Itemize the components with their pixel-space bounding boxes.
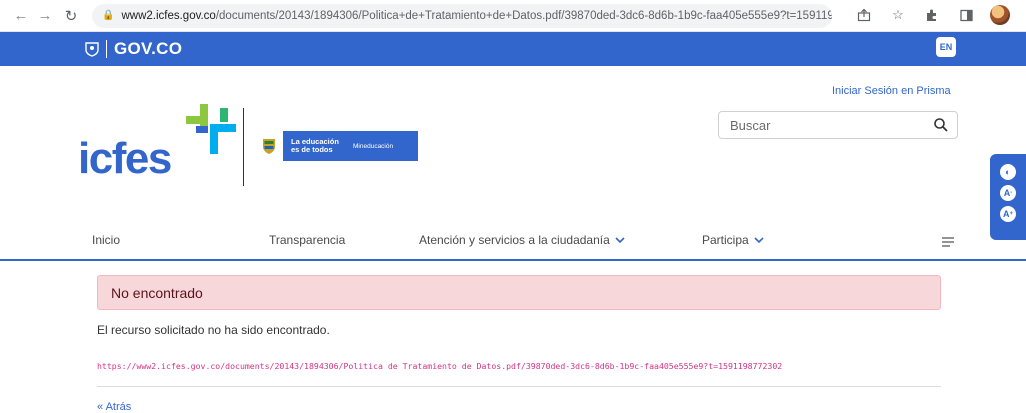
mineducacion-logo[interactable]: La educación es de todos Mineducación xyxy=(255,131,418,161)
main-navigation: Inicio Transparencia Atención y servicio… xyxy=(0,226,1026,260)
colombia-shield-icon xyxy=(85,42,99,57)
search-input[interactable]: Buscar xyxy=(718,111,958,139)
font-decrease-icon[interactable]: A- xyxy=(1000,185,1016,201)
reload-icon[interactable]: ↻ xyxy=(60,5,82,27)
browser-toolbar: ← → ↻ 🔒 www2.icfes.gov.co/documents/2014… xyxy=(0,0,1026,32)
colombia-crest-icon xyxy=(255,131,283,161)
forward-arrow-icon[interactable]: → xyxy=(34,5,56,27)
lock-icon: 🔒 xyxy=(102,10,115,21)
back-arrow-icon[interactable]: ← xyxy=(10,5,32,27)
nav-item-participa[interactable]: Participa xyxy=(702,233,764,247)
search-placeholder: Buscar xyxy=(730,117,771,133)
url-host: www2.icfes.gov.co xyxy=(121,9,216,22)
divider xyxy=(97,386,941,387)
nav-item-transparencia[interactable]: Transparencia xyxy=(269,233,345,247)
profile-avatar[interactable] xyxy=(990,5,1010,25)
extensions-icon[interactable] xyxy=(922,5,942,25)
edu-slogan-line2: es de todos xyxy=(291,145,333,154)
requested-url: https://www2.icfes.gov.co/documents/2014… xyxy=(97,361,783,371)
back-link[interactable]: « Atrás xyxy=(97,401,131,413)
logo-divider xyxy=(243,108,244,186)
icfes-wordmark: icfes xyxy=(78,134,172,183)
icfes-logo[interactable]: icfes xyxy=(78,104,246,188)
edu-slogan: La educación es de todos xyxy=(291,138,343,154)
nav-item-label: Transparencia xyxy=(269,233,346,247)
chevron-down-icon xyxy=(754,236,764,243)
menu-hamburger-icon[interactable] xyxy=(942,237,954,247)
error-message: El recurso solicitado no ha sido encontr… xyxy=(97,323,330,337)
search-icon[interactable] xyxy=(933,117,949,133)
chevron-down-icon xyxy=(615,236,625,243)
nav-item-inicio[interactable]: Inicio xyxy=(92,233,120,247)
url-path: /documents/20143/1894306/Politica+de+Tra… xyxy=(215,9,832,22)
gov-top-bar: GOV.CO EN xyxy=(0,32,1026,66)
contrast-icon[interactable]: ◐ xyxy=(1000,164,1016,180)
font-increase-icon[interactable]: A + xyxy=(1000,206,1016,222)
govco-separator xyxy=(106,40,107,58)
icfes-cross-icon xyxy=(186,104,236,154)
sidepanel-icon[interactable] xyxy=(956,5,976,25)
prisma-login-link[interactable]: Iniciar Sesión en Prisma xyxy=(832,85,951,97)
language-button[interactable]: EN xyxy=(936,37,956,57)
address-bar[interactable]: 🔒 www2.icfes.gov.co/documents/20143/1894… xyxy=(92,3,832,28)
nav-item-atencion[interactable]: Atención y servicios a la ciudadanía xyxy=(419,233,625,247)
star-icon[interactable]: ☆ xyxy=(888,5,908,25)
nav-item-label: Participa xyxy=(702,233,749,247)
edu-ministry: Mineducación xyxy=(353,142,394,150)
not-found-alert: No encontrado xyxy=(97,275,941,310)
alert-title: No encontrado xyxy=(111,284,203,301)
menu-underline xyxy=(0,259,1026,261)
nav-item-label: Inicio xyxy=(92,233,121,247)
govco-text: GOV.CO xyxy=(114,39,183,58)
govco-logo[interactable]: GOV.CO xyxy=(85,39,182,59)
nav-item-label: Atención y servicios a la ciudadanía xyxy=(419,233,610,247)
share-icon[interactable] xyxy=(854,5,874,25)
